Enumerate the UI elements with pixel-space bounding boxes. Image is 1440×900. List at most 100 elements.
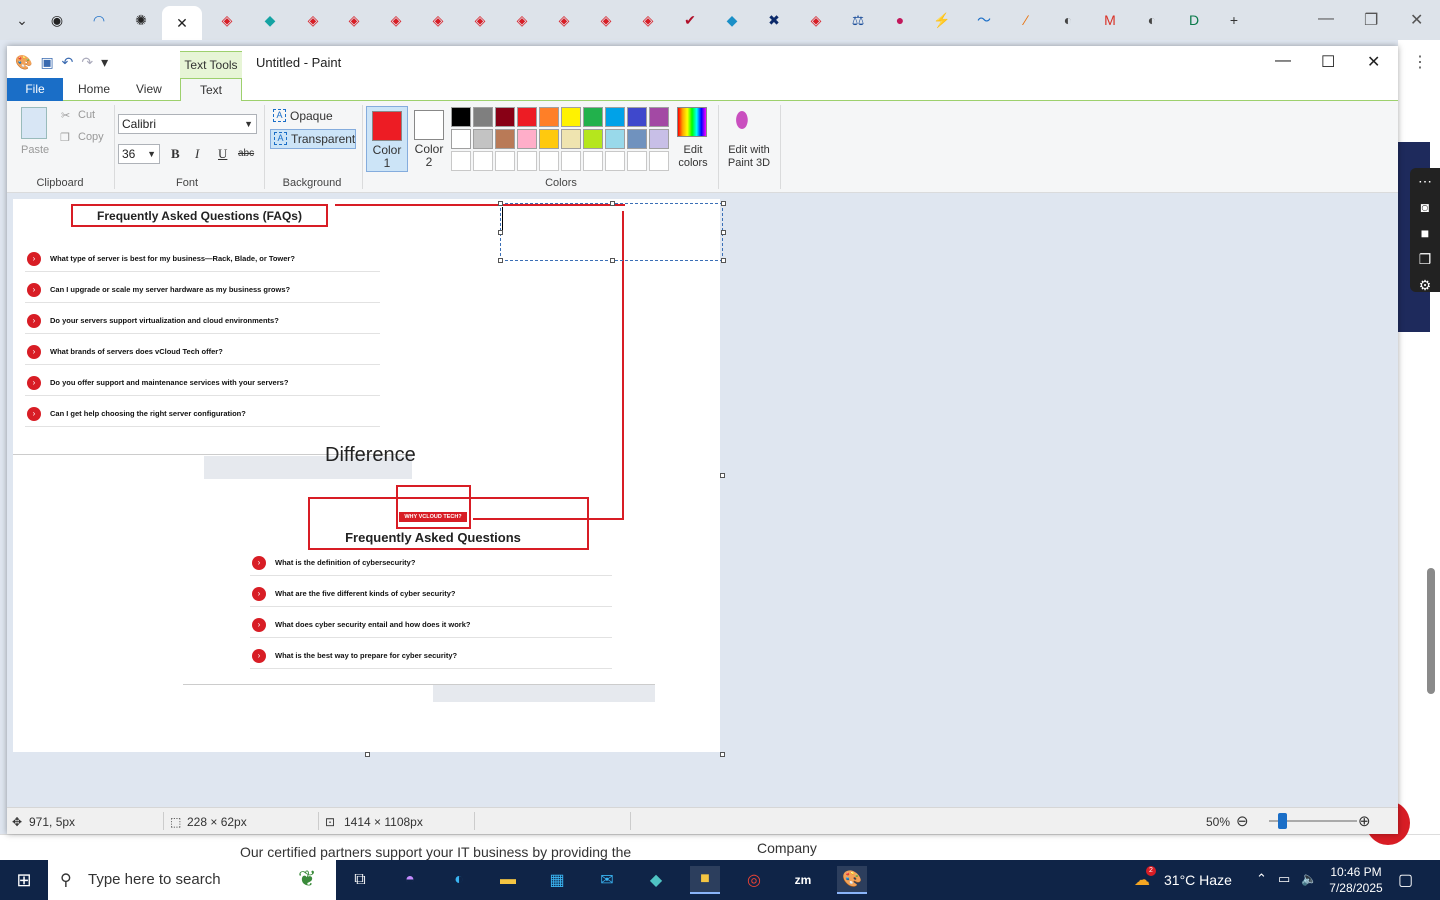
paint-taskbar-icon[interactable]: 🎨 (837, 866, 867, 894)
more-icon[interactable]: ⋯ (1410, 168, 1440, 194)
tab-file[interactable]: File (7, 78, 63, 101)
palette-swatch[interactable] (561, 129, 581, 149)
color1-button[interactable]: Color 1 (366, 106, 408, 172)
settings-icon[interactable]: ⚙ (1410, 272, 1440, 298)
tab-site-icon[interactable]: ◐ (1055, 8, 1081, 32)
tab-site-icon[interactable]: ◈ (425, 8, 451, 32)
italic-button[interactable]: I (195, 146, 199, 162)
transparent-option[interactable]: A Transparent (270, 129, 356, 149)
tab-view[interactable]: View (124, 78, 174, 101)
tab-site-icon[interactable]: ◐ (1139, 8, 1165, 32)
camera-icon[interactable]: ◙ (1410, 194, 1440, 220)
video-icon[interactable]: ■ (1410, 220, 1440, 246)
palette-empty-slot[interactable] (517, 151, 537, 171)
file-explorer-icon[interactable]: ▬ (493, 866, 523, 894)
bold-button[interactable]: B (171, 146, 180, 162)
palette-swatch[interactable] (561, 107, 581, 127)
copilot-icon[interactable]: ◓ (395, 866, 425, 894)
resize-handle[interactable] (498, 258, 503, 263)
restore-browser-button[interactable]: ❐ (1364, 10, 1378, 30)
edge-icon[interactable]: ◐ (444, 866, 474, 894)
tab-site-icon[interactable]: ◆ (719, 8, 745, 32)
edit-with-paint3d-button[interactable]: Edit with Paint 3D (723, 144, 775, 170)
palette-empty-slot[interactable] (495, 151, 515, 171)
tab-site-icon[interactable]: ◉ (44, 8, 70, 32)
zoom-slider-thumb[interactable] (1278, 813, 1287, 829)
tab-site-icon[interactable]: ✖ (761, 8, 787, 32)
paste-icon[interactable] (21, 107, 47, 139)
tab-home[interactable]: Home (66, 78, 122, 101)
tab-site-icon[interactable]: ◈ (551, 8, 577, 32)
tab-gmail-icon[interactable]: M (1097, 8, 1123, 32)
tab-site-icon[interactable]: ⚖ (845, 8, 871, 32)
copy-button[interactable]: Copy (78, 131, 104, 143)
resize-handle[interactable] (720, 752, 725, 757)
palette-empty-slot[interactable] (583, 151, 603, 171)
sticky-notes-icon[interactable]: ■ (690, 866, 720, 894)
close-button[interactable]: ✕ (1367, 52, 1380, 72)
resize-handle[interactable] (721, 230, 726, 235)
tab-site-icon[interactable]: ◈ (509, 8, 535, 32)
customize-toolbar-icon[interactable]: ▾ (101, 54, 108, 71)
tab-site-icon[interactable]: ◈ (300, 8, 326, 32)
paint3d-icon[interactable]: ⬮ (735, 107, 761, 137)
palette-swatch[interactable] (627, 107, 647, 127)
mail-icon[interactable]: ✉ (592, 866, 622, 894)
resize-handle[interactable] (720, 473, 725, 478)
tab-site-icon[interactable]: ◈ (803, 8, 829, 32)
palette-swatch[interactable] (539, 107, 559, 127)
windows-start-icon[interactable]: ⊞ (9, 866, 39, 894)
edit-colors-button[interactable]: Edit colors (673, 144, 713, 170)
weather-text[interactable]: 31°C Haze (1164, 872, 1232, 888)
palette-swatch[interactable] (517, 129, 537, 149)
palette-empty-slot[interactable] (605, 151, 625, 171)
close-browser-button[interactable]: ✕ (1410, 10, 1423, 30)
app-icon[interactable]: ◆ (641, 866, 671, 894)
tab-site-icon[interactable]: 〜 (971, 8, 997, 32)
chevron-down-icon[interactable]: ⌄ (9, 8, 35, 32)
minimize-button[interactable]: — (1275, 52, 1291, 70)
canvas-workspace[interactable]: Frequently Asked Questions (FAQs) › What … (7, 193, 1398, 807)
paste-button[interactable]: Paste (21, 144, 49, 156)
tab-site-icon[interactable]: ◠ (86, 8, 112, 32)
palette-swatch[interactable] (495, 129, 515, 149)
show-hidden-icons-icon[interactable]: ⌃ (1256, 871, 1267, 887)
browser-menu-icon[interactable]: ⋮ (1412, 52, 1428, 72)
tab-text[interactable]: Text (180, 78, 242, 102)
browser-scrollbar[interactable] (1427, 568, 1435, 694)
edit-colors-icon[interactable] (677, 107, 707, 137)
palette-empty-slot[interactable] (561, 151, 581, 171)
palette-swatch[interactable] (539, 129, 559, 149)
strikethrough-button[interactable]: abc (238, 148, 254, 159)
underline-button[interactable]: U (218, 146, 227, 162)
resize-handle[interactable] (498, 230, 503, 235)
palette-empty-slot[interactable] (627, 151, 647, 171)
resize-handle[interactable] (365, 752, 370, 757)
new-tab-icon[interactable]: + (1221, 8, 1247, 32)
tab-openai-icon[interactable]: ✺ (128, 8, 154, 32)
palette-swatch[interactable] (495, 107, 515, 127)
taskbar-search[interactable]: ⚲ Type here to search ❦ (48, 860, 336, 900)
tab-site-icon[interactable]: ◈ (214, 8, 240, 32)
resize-handle[interactable] (721, 201, 726, 206)
tab-site-icon[interactable]: ◈ (635, 8, 661, 32)
volume-icon[interactable]: 🔈 (1301, 871, 1317, 887)
tab-site-icon[interactable]: D (1181, 8, 1207, 32)
opaque-option[interactable]: A Opaque (270, 107, 356, 127)
palette-swatch[interactable] (517, 107, 537, 127)
resize-handle[interactable] (610, 258, 615, 263)
palette-swatch[interactable] (583, 107, 603, 127)
palette-swatch[interactable] (473, 107, 493, 127)
palette-empty-slot[interactable] (451, 151, 471, 171)
palette-swatch[interactable] (583, 129, 603, 149)
notifications-icon[interactable]: ▢ (1398, 870, 1413, 890)
network-icon[interactable]: ▭ (1278, 871, 1290, 887)
zoom-out-icon[interactable]: ⊖ (1236, 812, 1249, 830)
close-icon[interactable]: ✕ (162, 6, 202, 40)
palette-empty-slot[interactable] (473, 151, 493, 171)
tab-site-icon[interactable]: ⚡ (929, 8, 955, 32)
cut-button[interactable]: Cut (78, 109, 95, 121)
undo-icon[interactable]: ↶ (62, 54, 74, 71)
drawing-canvas[interactable]: Frequently Asked Questions (FAQs) › What … (13, 199, 720, 752)
palette-swatch[interactable] (649, 107, 669, 127)
